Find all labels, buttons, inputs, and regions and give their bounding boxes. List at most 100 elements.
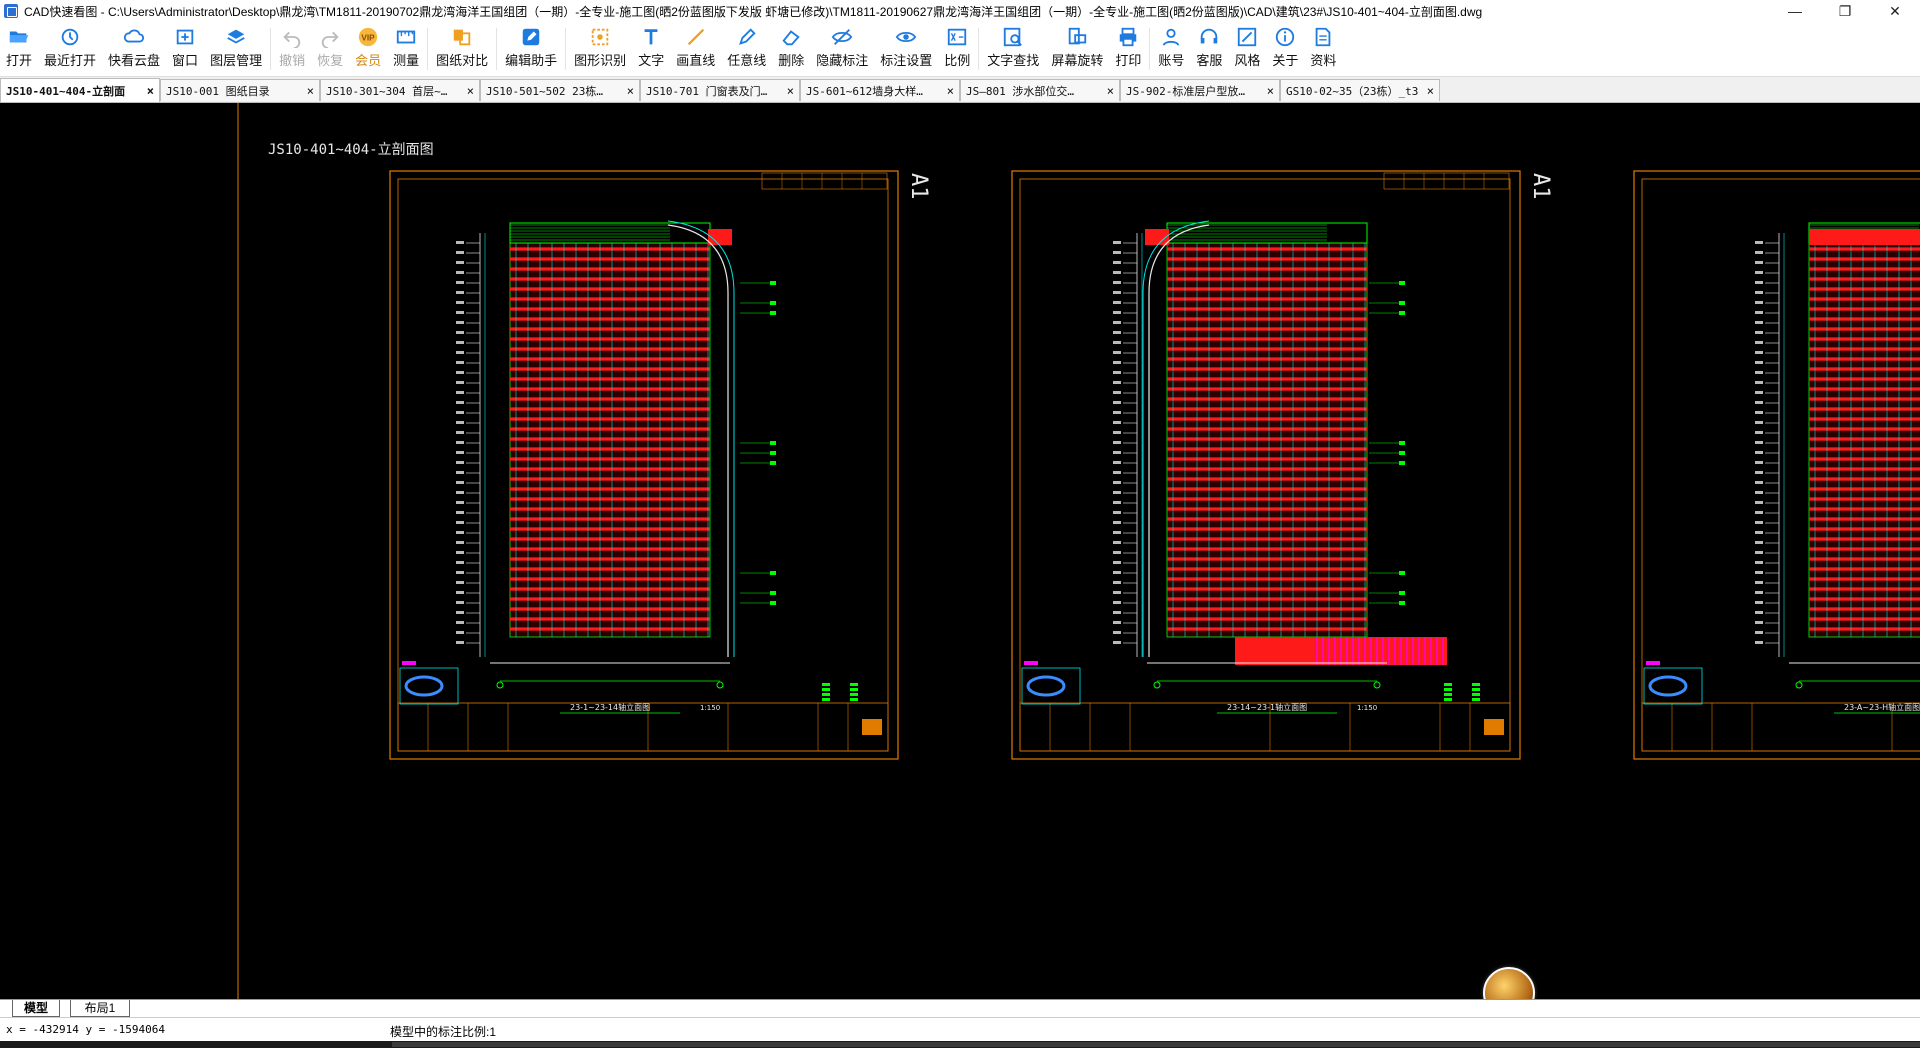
- sheet-size-label: A1: [906, 173, 931, 200]
- document-tab[interactable]: JS10-701 门窗表及门… ×: [640, 79, 800, 101]
- elevation-label-mark: [456, 491, 464, 494]
- document-tab[interactable]: JS10-301~304 首层~… ×: [320, 79, 480, 101]
- legend-swatch: [1472, 683, 1480, 686]
- level-tag-mark: [1399, 311, 1405, 315]
- document-tab[interactable]: JS10-001 图纸目录 ×: [160, 79, 320, 101]
- layers-icon: [225, 26, 247, 48]
- scrollbar-thumb[interactable]: [392, 1042, 1920, 1047]
- toolbar-button-label: 文字: [638, 53, 665, 68]
- document-tab[interactable]: JS—801 涉水部位交… ×: [960, 79, 1120, 101]
- document-tab[interactable]: JS10-401~404-立剖面 ×: [0, 78, 160, 102]
- toolbar-button-label: 图形识别: [574, 53, 627, 68]
- toolbar-button-17[interactable]: 标注设置: [874, 22, 938, 76]
- toolbar-button-5[interactable]: 撤销: [273, 22, 311, 76]
- revision-table: [1383, 172, 1510, 190]
- toolbar-button-16[interactable]: 隐藏标注: [810, 22, 874, 76]
- level-tag-mark: [770, 461, 776, 465]
- toolbar-button-24[interactable]: 风格: [1228, 22, 1266, 76]
- toolbar-button-6[interactable]: 恢复: [311, 22, 349, 76]
- elevation-label-mark: [456, 401, 464, 404]
- elevation-label-mark: [456, 361, 464, 364]
- minimize-button[interactable]: —: [1772, 3, 1818, 20]
- firm-logo: [862, 719, 882, 735]
- elevation-label-mark: [456, 441, 464, 444]
- toolbar-button-19[interactable]: 文字查找: [981, 22, 1045, 76]
- tab-close-icon[interactable]: ×: [947, 84, 954, 98]
- close-window-button[interactable]: ✕: [1872, 3, 1918, 20]
- toolbar-separator: [496, 28, 498, 70]
- toolbar-button-13[interactable]: 画直线: [670, 22, 721, 76]
- toolbar-button-14[interactable]: 任意线: [721, 22, 772, 76]
- toolbar-button-25[interactable]: 关于: [1266, 22, 1304, 76]
- toolbar-button-21[interactable]: 打印: [1109, 22, 1147, 76]
- toolbar-button-12[interactable]: 文字: [632, 22, 670, 76]
- elevation-label-mark: [456, 611, 464, 614]
- toolbar-button-10[interactable]: 编辑助手: [499, 22, 563, 76]
- toolbar-button-3[interactable]: 窗口: [166, 22, 204, 76]
- elevation-scale: 1:150: [1357, 704, 1377, 712]
- elevation-label-mark: [1755, 601, 1763, 604]
- toolbar-button-15[interactable]: 删除: [772, 22, 810, 76]
- tab-close-icon[interactable]: ×: [1267, 84, 1274, 98]
- elevation-label-mark: [1113, 581, 1121, 584]
- toolbar-button-8[interactable]: 测量: [387, 22, 425, 76]
- toolbar-button-0[interactable]: 打开: [0, 22, 38, 76]
- toolbar-button-1[interactable]: 最近打开: [38, 22, 102, 76]
- tab-close-icon[interactable]: ×: [627, 84, 634, 98]
- elevation-label-mark: [456, 251, 464, 254]
- elevation-label-mark: [1755, 361, 1763, 364]
- axis-bubble: [496, 681, 504, 689]
- text-search-icon: [1002, 26, 1024, 48]
- elevation-label-mark: [456, 421, 464, 424]
- maximize-button[interactable]: ❐: [1822, 3, 1868, 20]
- tab-close-icon[interactable]: ×: [1107, 84, 1114, 98]
- elevation-label-mark: [1113, 311, 1121, 314]
- toolbar-button-4[interactable]: 图层管理: [204, 22, 268, 76]
- elevation-scale: 1:150: [700, 704, 720, 712]
- elevation-label-mark: [1113, 471, 1121, 474]
- elevation-label-mark: [1113, 321, 1121, 324]
- toolbar-button-label: 标注设置: [880, 53, 933, 68]
- toolbar-button-22[interactable]: 账号: [1152, 22, 1190, 76]
- elevation-label-mark: [456, 471, 464, 474]
- toolbar-button-7[interactable]: VIP 会员: [349, 22, 387, 76]
- document-tab[interactable]: GS10-02~35（23栋）_t3 ×: [1280, 79, 1440, 101]
- tab-close-icon[interactable]: ×: [1427, 84, 1434, 98]
- elevation-label-mark: [1755, 621, 1763, 624]
- level-tag-mark: [770, 441, 776, 445]
- elevation-label-mark: [1755, 431, 1763, 434]
- elevation-caption: 23-1~23-14轴立面图: [570, 702, 650, 712]
- drawing-canvas[interactable]: JS10-401~404-立剖面图 A1 23-1~23-14轴立面图 1:150 A…: [0, 103, 1920, 999]
- layout-tab-layout1[interactable]: 布局1: [70, 1000, 130, 1017]
- elevation-label-mark: [456, 431, 464, 434]
- tab-close-icon[interactable]: ×: [467, 84, 474, 98]
- history-icon: [59, 26, 81, 48]
- elevation-label-mark: [1113, 271, 1121, 274]
- tab-close-icon[interactable]: ×: [307, 84, 314, 98]
- toolbar-button-18[interactable]: 比例: [938, 22, 976, 76]
- tab-close-icon[interactable]: ×: [787, 84, 794, 98]
- toolbar-button-11[interactable]: 图形识别: [568, 22, 632, 76]
- layout-tab-model[interactable]: 模型: [12, 1000, 60, 1017]
- document-tab[interactable]: JS-601~612墙身大样… ×: [800, 79, 960, 101]
- toolbar-button-23[interactable]: 客服: [1190, 22, 1228, 76]
- legend-swatch: [1472, 693, 1480, 696]
- elevation-label-mark: [456, 341, 464, 344]
- document-tab[interactable]: JS10-501~502 23栋… ×: [480, 79, 640, 101]
- toolbar-button-20[interactable]: 屏幕旋转: [1045, 22, 1109, 76]
- horizontal-scrollbar[interactable]: [0, 1041, 1920, 1048]
- ruler-icon: [395, 26, 417, 48]
- legend-swatch: [822, 698, 830, 701]
- legend-swatch: [850, 683, 858, 686]
- tab-close-icon[interactable]: ×: [147, 84, 154, 98]
- elevation-label-mark: [1755, 511, 1763, 514]
- toolbar-button-26[interactable]: 资料: [1304, 22, 1342, 76]
- revision-table: [761, 172, 888, 190]
- toolbar-button-label: 撤销: [279, 53, 306, 68]
- document-tab[interactable]: JS-902-标准层户型放… ×: [1120, 79, 1280, 101]
- toolbar-button-label: 账号: [1158, 53, 1185, 68]
- toolbar-button-9[interactable]: 图纸对比: [430, 22, 494, 76]
- toolbar-button-2[interactable]: 快看云盘: [102, 22, 166, 76]
- svg-text:VIP: VIP: [361, 34, 375, 43]
- cad-drawing: JS10-401~404-立剖面图 A123-1~23-14轴立面图 1:150A…: [237, 103, 1920, 999]
